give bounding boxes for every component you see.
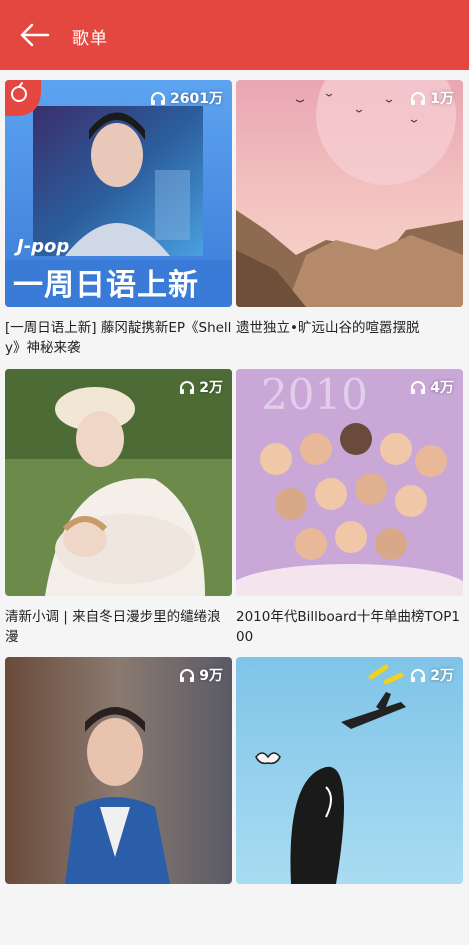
netease-logo-icon: [5, 80, 41, 116]
playlist-cover[interactable]: 2010 4万: [236, 369, 463, 596]
playlist-card[interactable]: 9万: [5, 657, 232, 945]
play-count-value: 2601万: [170, 91, 223, 107]
play-count: 2601万: [150, 88, 223, 108]
play-count: 2万: [179, 377, 223, 397]
playlist-card[interactable]: 2010 4万 2010年代Billboard十年单曲榜TOP100: [236, 369, 463, 657]
playlist-title[interactable]: 2010年代Billboard十年单曲榜TOP100: [236, 607, 463, 647]
play-count: 4万: [410, 377, 454, 397]
playlist-cover[interactable]: 2万: [236, 657, 463, 884]
playlist-card[interactable]: 2万: [236, 657, 463, 945]
playlist-cover[interactable]: 9万: [5, 657, 232, 884]
headphones-icon: [411, 91, 426, 105]
playlist-cover[interactable]: 1万: [236, 80, 463, 307]
play-count-value: 9万: [199, 668, 223, 684]
play-count: 9万: [179, 665, 223, 685]
play-count: 1万: [410, 88, 454, 108]
play-count-value: 1万: [430, 91, 454, 107]
play-count-value: 4万: [430, 380, 454, 396]
playlist-title[interactable]: 遗世独立•旷远山谷的喧嚣摆脱: [236, 318, 463, 338]
playlist-card[interactable]: 2万 清新小调 | 来自冬日漫步里的缱绻浪漫: [5, 369, 232, 657]
play-count: 2万: [410, 665, 454, 685]
playlist-cover[interactable]: J-pop 一周日语上新 2601万: [5, 80, 232, 307]
playlist-cover[interactable]: 2万: [5, 369, 232, 596]
back-arrow-icon[interactable]: [18, 22, 50, 48]
playlist-title[interactable]: [一周日语上新] 藤冈靛携新EP《Shelly》神秘来袭: [5, 318, 232, 358]
play-count-value: 2万: [430, 668, 454, 684]
headphones-icon: [151, 91, 166, 105]
cover-label-small: J-pop: [17, 236, 70, 257]
play-count-value: 2万: [199, 380, 223, 396]
headphones-icon: [180, 380, 195, 394]
playlist-card[interactable]: 1万 遗世独立•旷远山谷的喧嚣摆脱: [236, 80, 463, 368]
playlist-card[interactable]: J-pop 一周日语上新 2601万 [一周日语上新] 藤冈靛携新EP《Shel…: [5, 80, 232, 368]
playlist-title[interactable]: 清新小调 | 来自冬日漫步里的缱绻浪漫: [5, 607, 232, 647]
top-bar: 歌单: [0, 0, 469, 70]
headphones-icon: [180, 668, 195, 682]
headphones-icon: [411, 380, 426, 394]
cover-label-main: 一周日语上新: [13, 268, 199, 303]
headphones-icon: [411, 668, 426, 682]
page-title: 歌单: [72, 29, 108, 49]
svg-text:2010: 2010: [261, 370, 368, 419]
